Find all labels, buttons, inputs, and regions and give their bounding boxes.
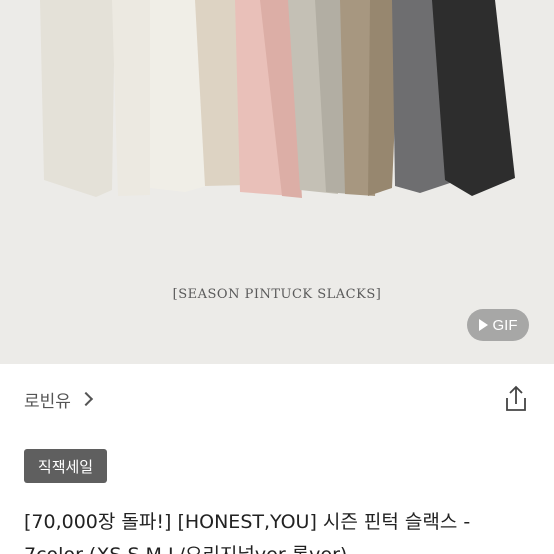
share-icon[interactable]	[502, 384, 530, 414]
sale-badge: 직잭세일	[24, 449, 107, 483]
product-image[interactable]: [SEASON PINTUCK SLACKS] GIF	[0, 0, 554, 364]
slacks-illustration	[40, 0, 515, 198]
chevron-right-icon	[78, 391, 93, 407]
gif-badge[interactable]: GIF	[467, 309, 529, 341]
product-title: [70,000장 돌파!] [HONEST,YOU] 시즌 핀턱 슬랙스 - 7…	[24, 511, 471, 554]
shop-row[interactable]: 로빈유	[24, 384, 530, 414]
shop-name[interactable]: 로빈유	[24, 387, 71, 412]
image-caption: [SEASON PINTUCK SLACKS]	[172, 287, 382, 302]
play-icon	[478, 319, 488, 331]
gif-label: GIF	[492, 316, 518, 334]
